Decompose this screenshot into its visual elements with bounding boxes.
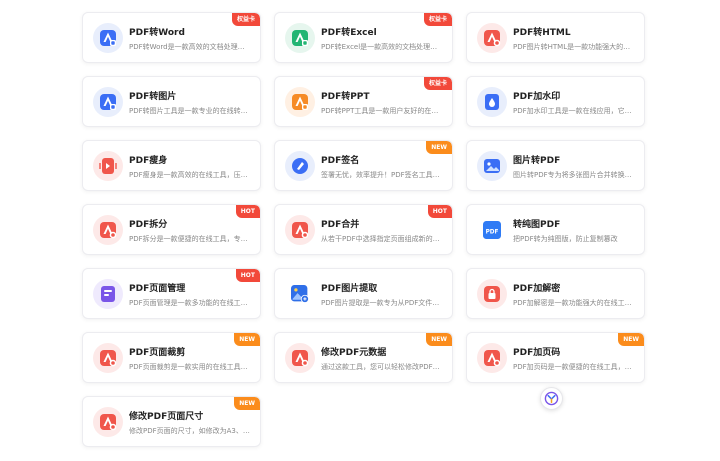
tool-card[interactable]: PDF加水印 PDF加水印工具是一款在线应用，它… <box>466 76 645 127</box>
tool-description: PDF加解密是一款功能强大的在线工… <box>513 299 632 307</box>
svg-text:PDF: PDF <box>486 229 499 235</box>
tool-badge: NEW <box>426 333 452 346</box>
tool-title: PDF瘦身 <box>129 156 168 166</box>
tool-card[interactable]: PDF拆分 PDF拆分是一款便捷的在线工具，专… HOT <box>82 204 261 255</box>
crop-icon <box>93 343 123 373</box>
tool-grid: PDF转Word PDF转Word是一款高效的文档处理… 权益卡 PDF转Excel P… <box>82 12 645 447</box>
pure-image-pdf-icon: PDF <box>477 215 507 245</box>
tool-description: PDF页面管理是一款多功能的在线工… <box>129 299 248 307</box>
page-number-icon <box>477 343 507 373</box>
tool-title: PDF转图片 <box>129 92 177 102</box>
tool-title: 转纯图PDF <box>513 220 561 230</box>
tool-title: PDF加解密 <box>513 284 561 294</box>
tool-title: PDF拆分 <box>129 220 168 230</box>
tool-card[interactable]: PDF 转纯图PDF 把PDF转为纯图版，防止复制篡改 <box>466 204 645 255</box>
tool-title: PDF转HTML <box>513 28 571 38</box>
tool-title: 修改PDF元数据 <box>321 348 387 358</box>
tool-card[interactable]: PDF页面管理 PDF页面管理是一款多功能的在线工… HOT <box>82 268 261 319</box>
tool-card[interactable]: 修改PDF元数据通过这款工具，您可以轻松修改PDF… NEW <box>274 332 453 383</box>
tool-description: PDF转PPT工具是一款用户友好的在… <box>321 107 439 115</box>
tool-badge: NEW <box>234 333 260 346</box>
tool-card[interactable]: PDF加页码 PDF加页码是一款便捷的在线工具，… NEW <box>466 332 645 383</box>
tool-card[interactable]: PDF加解密 PDF加解密是一款功能强大的在线工… <box>466 268 645 319</box>
tool-badge: HOT <box>427 205 452 218</box>
tool-badge: NEW <box>234 397 260 410</box>
pdf-to-word-icon <box>93 23 123 53</box>
watermark-icon <box>477 87 507 117</box>
tool-description: PDF页面裁剪是一款实用的在线工具… <box>129 363 248 371</box>
tool-card[interactable]: 修改PDF页面尺寸修改PDF页面的尺寸，如修改为A3、… NEW <box>82 396 261 447</box>
tool-description: 图片转PDF专为将多张图片合并转换… <box>513 171 632 179</box>
tool-title: PDF签名 <box>321 156 360 166</box>
tool-badge: NEW <box>426 141 452 154</box>
tool-title: PDF转Word <box>129 28 185 38</box>
pdf-to-excel-icon <box>285 23 315 53</box>
tool-card[interactable]: PDF转PPT PDF转PPT工具是一款用户友好的在… 权益卡 <box>274 76 453 127</box>
signature-icon <box>285 151 315 181</box>
image-extract-icon <box>285 279 315 309</box>
tool-description: PDF图片提取是一款专为从PDF文件… <box>321 299 440 307</box>
tool-description: PDF转Word是一款高效的文档处理… <box>129 43 245 51</box>
tool-description: 签署无忧，效率提升！PDF签名工具… <box>321 171 440 179</box>
tool-description: PDF加水印工具是一款在线应用，它… <box>513 107 632 115</box>
assistant-button[interactable] <box>540 387 563 410</box>
pdf-to-ppt-icon <box>285 87 315 117</box>
tool-title: PDF转Excel <box>321 28 377 38</box>
tool-title: 修改PDF页面尺寸 <box>129 412 204 422</box>
tool-title: PDF加页码 <box>513 348 561 358</box>
tool-badge: NEW <box>618 333 644 346</box>
tool-badge: 权益卡 <box>423 13 452 26</box>
page-size-icon <box>93 407 123 437</box>
tool-card[interactable]: PDF转HTML PDF图片转HTML是一款功能强大的… <box>466 12 645 63</box>
tool-description: PDF拆分是一款便捷的在线工具，专… <box>129 235 248 243</box>
image-to-pdf-icon <box>477 151 507 181</box>
pdf-to-html-icon <box>477 23 507 53</box>
tool-description: 修改PDF页面的尺寸，如修改为A3、… <box>129 427 250 435</box>
tool-title: PDF页面裁剪 <box>129 348 186 358</box>
tool-title: PDF页面管理 <box>129 284 186 294</box>
tool-card[interactable]: PDF页面裁剪 PDF页面裁剪是一款实用的在线工具… NEW <box>82 332 261 383</box>
tool-badge: 权益卡 <box>231 13 260 26</box>
split-icon <box>93 215 123 245</box>
tool-description: PDF转图片工具是一款专业的在线转… <box>129 107 248 115</box>
tool-description: PDF加页码是一款便捷的在线工具，… <box>513 363 632 371</box>
tool-card[interactable]: PDF转Excel PDF转Excel是一款高效的文档处理… 权益卡 <box>274 12 453 63</box>
tool-title: 图片转PDF <box>513 156 561 166</box>
tool-badge: 权益卡 <box>423 77 452 90</box>
tool-card[interactable]: PDF合并从若干PDF中选择指定页面组成新的… HOT <box>274 204 453 255</box>
tool-description: 把PDF转为纯图版，防止复制篡改 <box>513 235 618 243</box>
tool-description: PDF瘦身是一款高效的在线工具，压… <box>129 171 248 179</box>
compress-icon <box>93 151 123 181</box>
tool-card[interactable]: PDF转图片 PDF转图片工具是一款专业的在线转… <box>82 76 261 127</box>
tool-badge: HOT <box>235 269 260 282</box>
tool-card[interactable]: PDF转Word PDF转Word是一款高效的文档处理… 权益卡 <box>82 12 261 63</box>
lock-icon <box>477 279 507 309</box>
tool-description: PDF图片转HTML是一款功能强大的… <box>513 43 631 51</box>
merge-icon <box>285 215 315 245</box>
tool-title: PDF图片提取 <box>321 284 378 294</box>
tool-description: 通过这款工具，您可以轻松修改PDF… <box>321 363 440 371</box>
tool-title: PDF合并 <box>321 220 360 230</box>
tool-card[interactable]: PDF签名签署无忧，效率提升！PDF签名工具… NEW <box>274 140 453 191</box>
tool-badge: HOT <box>235 205 260 218</box>
tool-description: PDF转Excel是一款高效的文档处理… <box>321 43 438 51</box>
assistant-icon <box>544 391 559 406</box>
metadata-icon <box>285 343 315 373</box>
tool-card[interactable]: 图片转PDF 图片转PDF专为将多张图片合并转换… <box>466 140 645 191</box>
tool-title: PDF转PPT <box>321 92 370 102</box>
tool-description: 从若干PDF中选择指定页面组成新的… <box>321 235 440 243</box>
page-manage-icon <box>93 279 123 309</box>
tool-title: PDF加水印 <box>513 92 561 102</box>
pdf-to-image-icon <box>93 87 123 117</box>
tool-card[interactable]: PDF瘦身 PDF瘦身是一款高效的在线工具，压… <box>82 140 261 191</box>
tool-card[interactable]: PDF图片提取 PDF图片提取是一款专为从PDF文件… <box>274 268 453 319</box>
